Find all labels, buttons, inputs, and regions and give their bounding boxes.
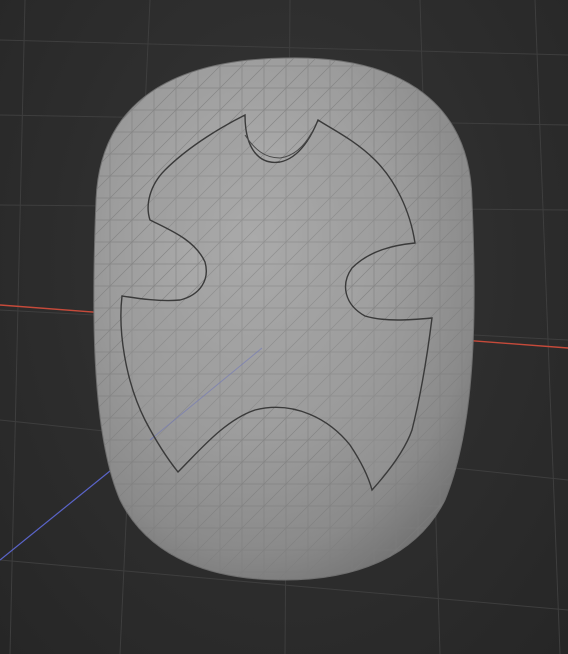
mesh-object[interactable]: [80, 40, 490, 600]
viewport-canvas[interactable]: [0, 0, 568, 654]
3d-viewport[interactable]: [0, 0, 568, 654]
